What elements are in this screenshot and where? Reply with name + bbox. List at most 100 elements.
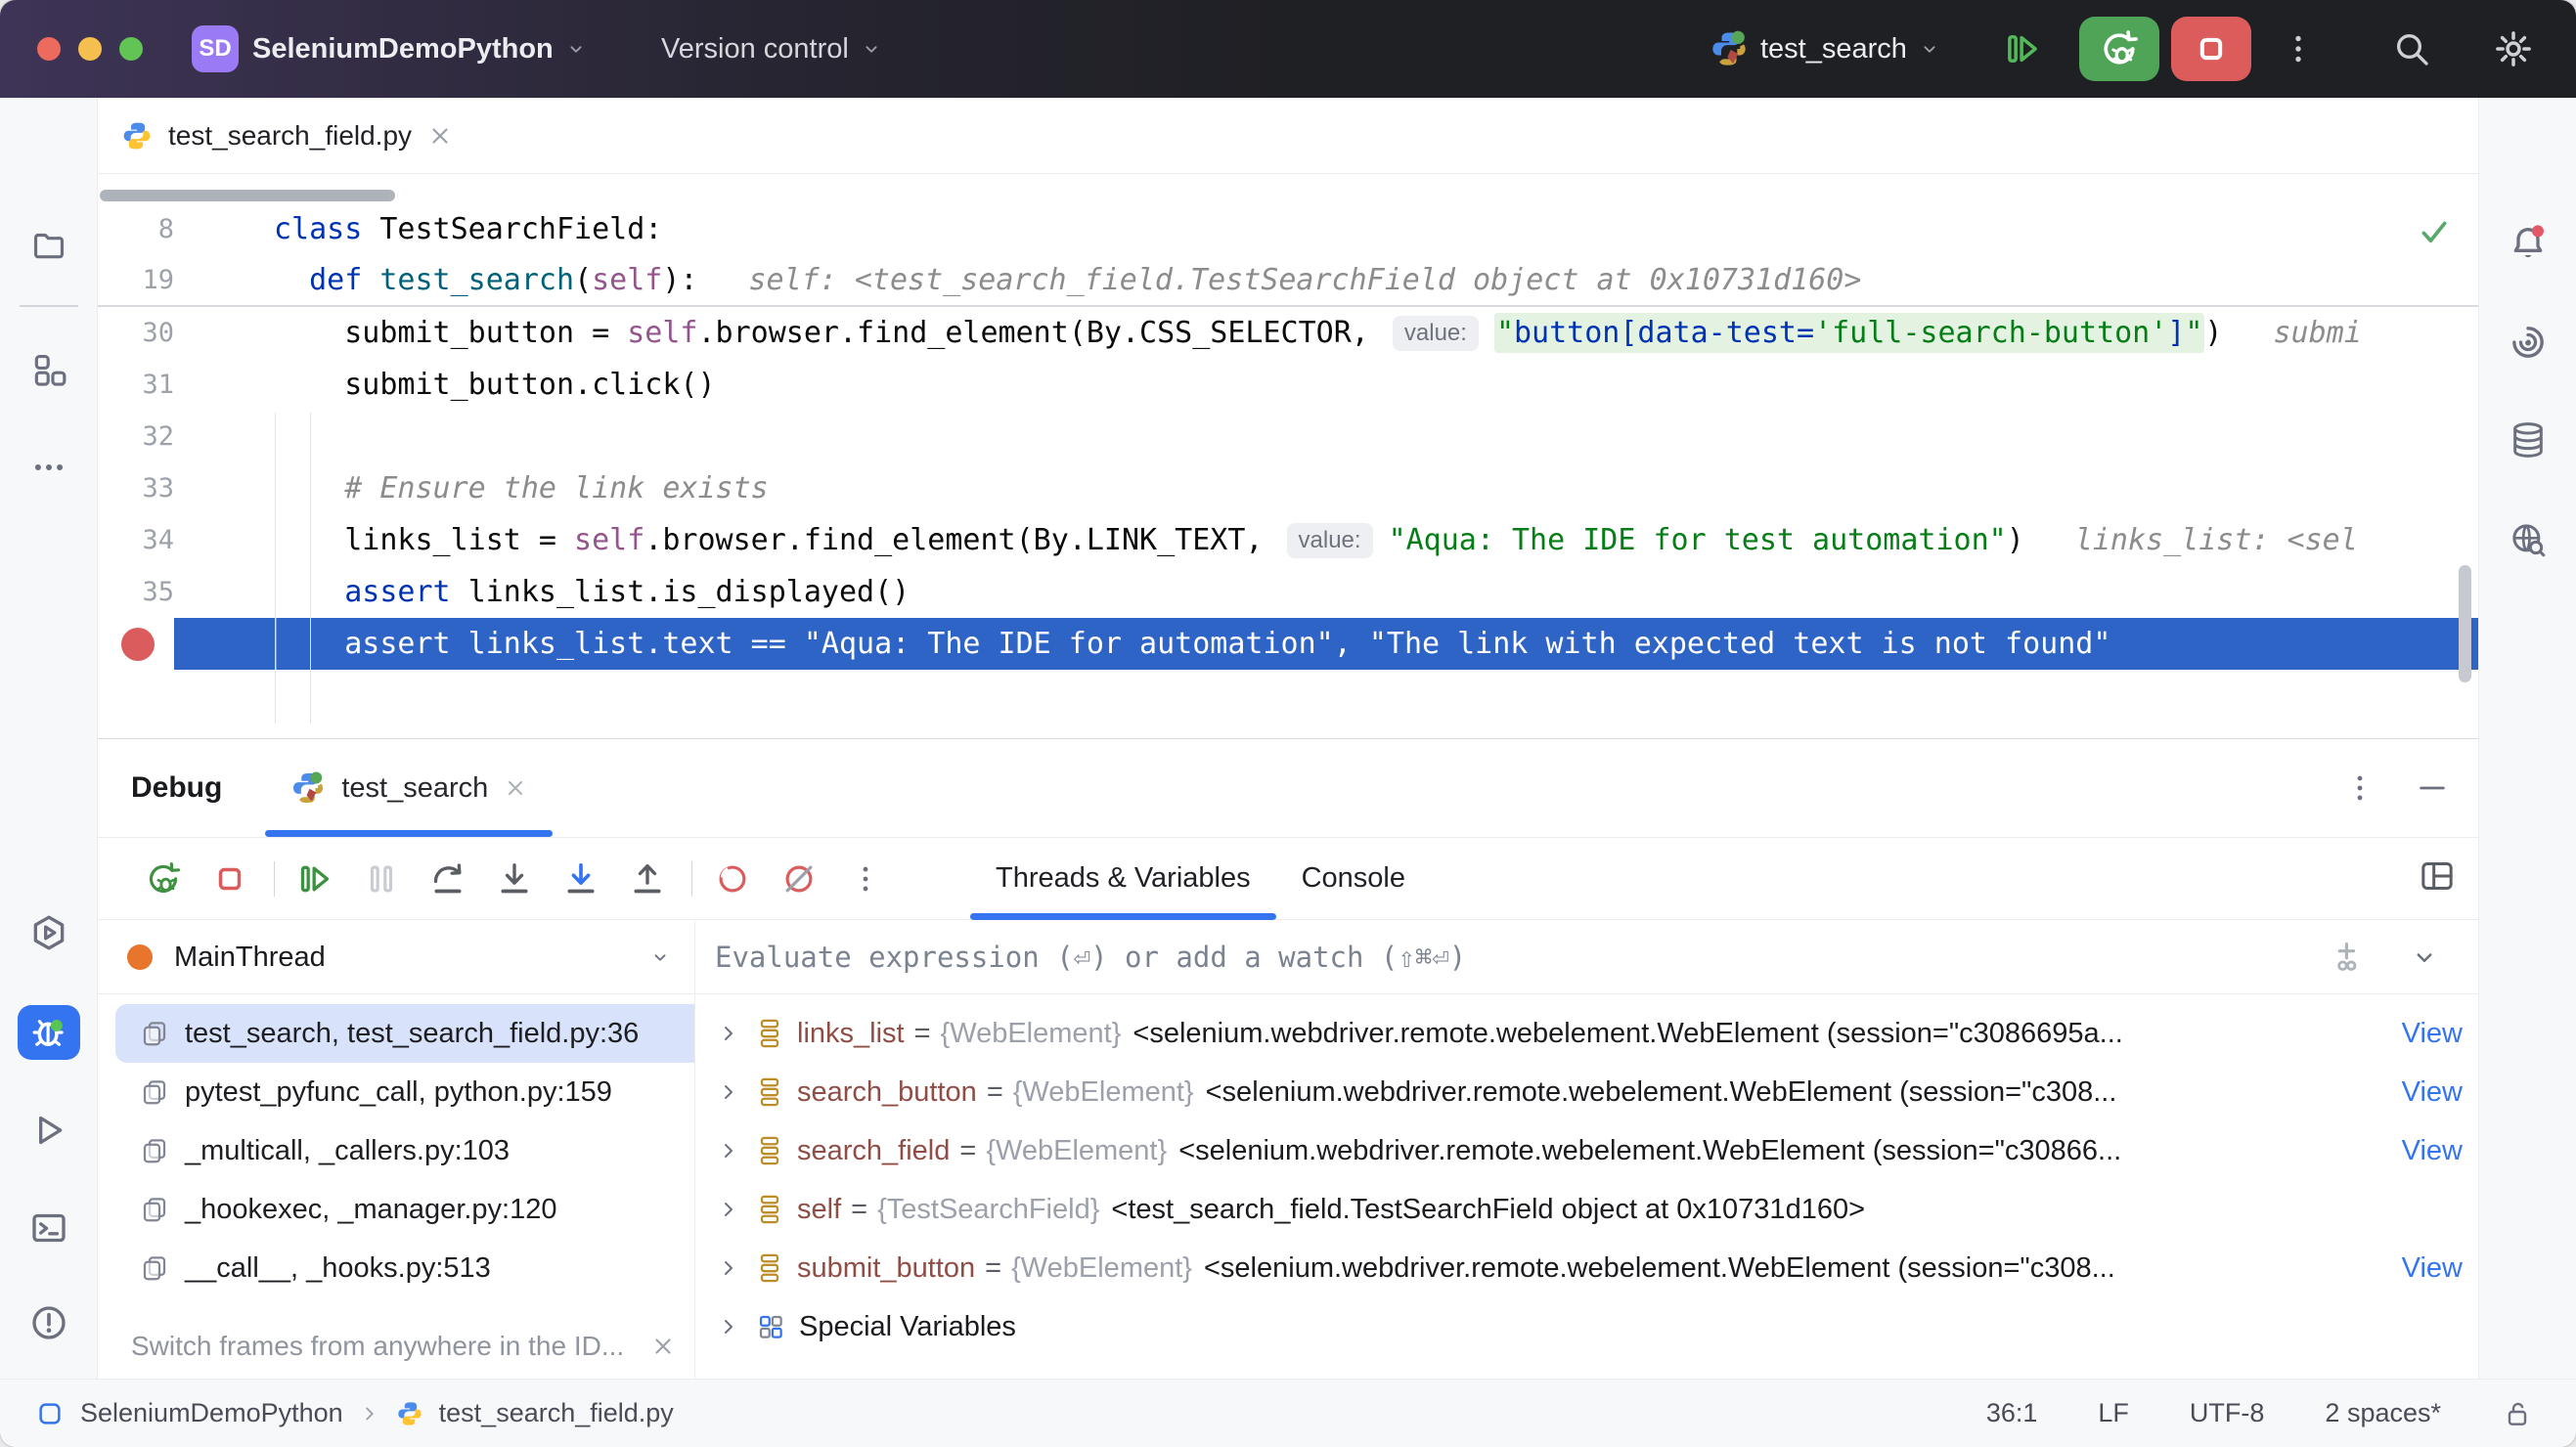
code-line[interactable]: 35 assert links_list.is_displayed() [98, 566, 2478, 618]
code-text[interactable]: # Ensure the link exists [274, 462, 2478, 514]
toolbar-more-button[interactable] [843, 856, 888, 901]
gutter-line[interactable]: 30 [98, 307, 274, 359]
services-tool-window-button[interactable] [18, 905, 80, 960]
gutter-line[interactable] [98, 618, 274, 670]
gutter-line[interactable]: 35 [98, 566, 274, 618]
indent-style[interactable]: 2 spaces* [2325, 1398, 2441, 1428]
code-line[interactable]: 33 # Ensure the link exists [98, 462, 2478, 514]
variable-row[interactable]: self={TestSearchField}<test_search_field… [695, 1180, 2478, 1239]
line-separator[interactable]: LF [2098, 1398, 2129, 1428]
view-link[interactable]: View [2402, 1076, 2463, 1109]
expander-chevron-icon[interactable] [717, 1315, 740, 1338]
resume-program-button[interactable] [2001, 27, 2044, 70]
view-link[interactable]: View [2402, 1252, 2463, 1285]
code-text[interactable] [274, 411, 2478, 462]
inspections-status[interactable] [2418, 215, 2451, 253]
step-into-button[interactable] [492, 856, 537, 901]
code-line[interactable]: 19 def test_search(self):self: <test_sea… [98, 255, 2478, 307]
vertical-scrollbar-thumb[interactable] [2459, 565, 2471, 682]
file-encoding[interactable]: UTF-8 [2190, 1398, 2265, 1428]
step-out-button[interactable] [625, 856, 670, 901]
frame-row[interactable]: __call__, _hooks.py:513 [98, 1239, 694, 1297]
code-text[interactable]: def test_search(self):self: <test_search… [274, 254, 2478, 306]
endpoints-button[interactable] [2497, 512, 2559, 567]
debug-session-tab[interactable]: test_search [265, 739, 553, 837]
view-breakpoints-button[interactable] [710, 856, 755, 901]
evaluate-expression-input[interactable]: Evaluate expression (⏎) or add a watch (… [715, 941, 2330, 974]
expander-chevron-icon[interactable] [717, 1256, 740, 1280]
variable-row[interactable]: search_button={WebElement}<selenium.webd… [695, 1063, 2478, 1121]
database-button[interactable] [2497, 413, 2559, 467]
gutter-line[interactable]: 31 [98, 359, 274, 411]
tab-console[interactable]: Console [1276, 838, 1431, 920]
ai-assistant-button[interactable] [2497, 315, 2559, 370]
project-tool-window-button[interactable] [18, 217, 80, 272]
gutter-line[interactable]: 32 [98, 411, 274, 462]
gutter-line[interactable]: 34 [98, 514, 274, 566]
stop-button[interactable] [2171, 17, 2251, 81]
structure-tool-window-button[interactable] [18, 342, 80, 397]
notifications-button[interactable] [2497, 215, 2559, 270]
layout-settings-button[interactable] [2418, 856, 2457, 900]
horizontal-scrollbar-thumb[interactable] [100, 190, 395, 201]
code-text[interactable]: submit_button.click() [274, 359, 2478, 411]
editor-tab[interactable]: test_search_field.py [121, 120, 453, 152]
tab-threads-variables[interactable]: Threads & Variables [970, 838, 1276, 920]
run-configuration-selector[interactable]: test_search [1710, 0, 1940, 98]
resume-program-button[interactable] [292, 856, 337, 901]
breadcrumb-project[interactable]: SeleniumDemoPython [80, 1398, 343, 1428]
code-text[interactable]: class TestSearchField: [274, 203, 2478, 255]
minimize-icon[interactable] [2416, 771, 2449, 805]
variable-row[interactable]: links_list={WebElement}<selenium.webdriv… [695, 1004, 2478, 1063]
stop-button[interactable] [207, 856, 252, 901]
problems-tool-window-button[interactable] [18, 1295, 80, 1350]
code-text[interactable]: assert links_list.text == "Aqua: The IDE… [274, 618, 2478, 670]
variable-row[interactable]: submit_button={WebElement}<selenium.webd… [695, 1239, 2478, 1297]
pause-program-button[interactable] [359, 856, 404, 901]
close-icon[interactable] [427, 123, 453, 149]
search-everywhere-button[interactable] [2390, 27, 2433, 70]
frame-row[interactable]: test_search, test_search_field.py:36 [115, 1004, 694, 1063]
debug-tool-window-button[interactable] [18, 1005, 80, 1060]
rerun-debug-button[interactable] [141, 856, 186, 901]
breakpoint-dot[interactable] [121, 628, 155, 661]
expander-chevron-icon[interactable] [717, 1139, 740, 1162]
expander-chevron-icon[interactable] [717, 1080, 740, 1104]
variable-row[interactable]: search_field={WebElement}<selenium.webdr… [695, 1121, 2478, 1180]
frame-row[interactable]: _hookexec, _manager.py:120 [98, 1180, 694, 1239]
expander-chevron-icon[interactable] [717, 1198, 740, 1221]
close-icon[interactable] [504, 776, 527, 800]
step-into-my-code-button[interactable] [558, 856, 603, 901]
frame-row[interactable]: pytest_pyfunc_call, python.py:159 [98, 1063, 694, 1121]
more-actions-button[interactable] [2277, 27, 2320, 70]
code-line[interactable]: 34 links_list = self.browser.find_elemen… [98, 514, 2478, 566]
special-variables-row[interactable]: Special Variables [695, 1297, 2478, 1356]
view-link[interactable]: View [2402, 1018, 2463, 1050]
frame-row[interactable]: _multicall, _callers.py:103 [98, 1121, 694, 1180]
code-line[interactable]: assert links_list.text == "Aqua: The IDE… [98, 618, 2478, 670]
code-line[interactable]: 32 [98, 411, 2478, 462]
gutter-line[interactable]: 19 [98, 254, 274, 306]
window-minimize-button[interactable] [78, 37, 102, 61]
mute-breakpoints-button[interactable] [777, 856, 822, 901]
gutter-line[interactable]: 33 [98, 462, 274, 514]
step-over-button[interactable] [425, 856, 470, 901]
unlock-icon[interactable] [2502, 1398, 2533, 1429]
code-text[interactable]: submit_button = self.browser.find_elemen… [274, 307, 2478, 359]
expander-chevron-icon[interactable] [717, 1022, 740, 1045]
code-line[interactable]: 30 submit_button = self.browser.find_ele… [98, 307, 2478, 359]
code-line[interactable]: 31 submit_button.click() [98, 359, 2478, 411]
run-tool-window-button[interactable] [18, 1103, 80, 1158]
caret-position[interactable]: 36:1 [1986, 1398, 2038, 1428]
more-tool-windows-button[interactable] [18, 440, 80, 495]
code-text[interactable]: links_list = self.browser.find_element(B… [274, 514, 2478, 566]
breadcrumb-file[interactable]: test_search_field.py [439, 1398, 674, 1428]
window-close-button[interactable] [37, 37, 61, 61]
view-link[interactable]: View [2402, 1135, 2463, 1167]
vcs-menu-button[interactable]: Version control [661, 0, 882, 98]
settings-button[interactable] [2492, 27, 2535, 70]
thread-selector[interactable]: MainThread [98, 921, 694, 994]
chevron-down-icon[interactable] [2410, 943, 2439, 972]
window-zoom-button[interactable] [119, 37, 143, 61]
add-watch-icon[interactable] [2330, 939, 2367, 976]
